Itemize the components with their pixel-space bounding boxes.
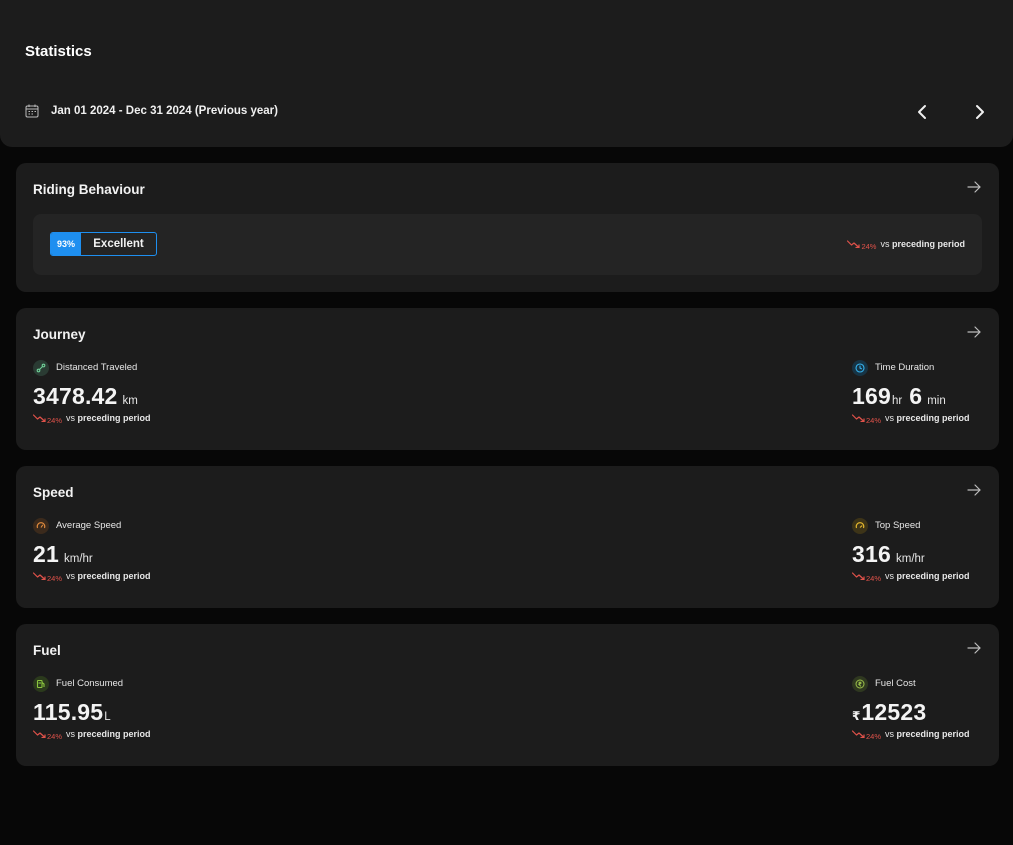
trend-indicator: 24% vs preceding period <box>847 239 965 251</box>
trend-text: vs preceding period <box>880 239 965 249</box>
statistics-header: Statistics Jan 01 2024 - Dec 31 2024 (Pr… <box>0 0 1013 147</box>
journey-card: Journey Distanced Traveled 3478.42 km 24… <box>16 308 999 450</box>
metric-value: 316 <box>852 541 891 567</box>
trending-down-icon <box>33 572 46 580</box>
metric-value: 21 <box>33 541 59 567</box>
trending-down-icon <box>847 240 861 248</box>
calendar-icon <box>25 104 39 118</box>
metric-label: Fuel Consumed <box>56 678 124 689</box>
clock-icon <box>852 359 868 376</box>
trending-down-icon <box>852 572 865 580</box>
chevron-left-icon <box>918 105 926 119</box>
metric-label: Distanced Traveled <box>56 362 138 373</box>
distance-metric: Distanced Traveled 3478.42 km 24% vs pre… <box>33 359 151 425</box>
trend-percent: 24% <box>866 731 882 741</box>
arrow-right-icon[interactable] <box>967 181 981 193</box>
chevron-right-icon <box>976 105 984 119</box>
fuel-consumed-metric: Fuel Consumed 115.95 L 24% vs preceding … <box>33 675 151 741</box>
rating-badge: 93% Excellent <box>50 232 157 256</box>
fuel-pump-icon <box>33 675 49 692</box>
trend-text: vs preceding period <box>885 571 970 581</box>
trend-indicator: 24% vs preceding period <box>852 571 970 583</box>
metric-value-minutes: 6 <box>909 383 923 409</box>
metric-value-hours: 169 <box>852 383 891 409</box>
trend-indicator: 24% vs preceding period <box>33 413 151 425</box>
metric-label: Fuel Cost <box>875 678 916 689</box>
arrow-right-icon[interactable] <box>967 484 981 496</box>
date-range-text: Jan 01 2024 - Dec 31 2024 (Previous year… <box>51 105 278 117</box>
trend-indicator: 24% vs preceding period <box>852 413 970 425</box>
metric-value: 115.95 <box>33 699 104 725</box>
rating-score: 93% <box>51 233 81 255</box>
average-speed-metric: Average Speed 21 km/hr 24% vs preceding … <box>33 517 151 583</box>
card-title: Fuel <box>33 643 61 658</box>
trending-down-icon <box>852 414 865 422</box>
metric-unit: km/hr <box>895 553 925 565</box>
metric-unit: L <box>104 711 111 723</box>
trend-text: vs preceding period <box>66 571 151 581</box>
rupee-icon <box>852 675 868 692</box>
trend-text: vs preceding period <box>66 729 151 739</box>
metric-label: Time Duration <box>875 362 935 373</box>
metric-label: Top Speed <box>875 520 921 531</box>
card-title: Speed <box>33 485 74 500</box>
trend-text: vs preceding period <box>885 413 970 423</box>
card-title: Journey <box>33 327 86 342</box>
arrow-right-icon[interactable] <box>967 326 981 338</box>
metric-label: Average Speed <box>56 520 122 531</box>
previous-period-button[interactable] <box>912 101 932 123</box>
trend-percent: 24% <box>866 415 882 425</box>
trending-down-icon <box>33 414 46 422</box>
fuel-card: Fuel Fuel Consumed 115.95 L 24% vs prece… <box>16 624 999 766</box>
card-title: Riding Behaviour <box>33 182 145 197</box>
riding-score-panel: 93% Excellent 24% vs preceding period <box>33 214 982 275</box>
trend-percent: 24% <box>47 415 63 425</box>
top-speed-metric: Top Speed 316 km/hr 24% vs preceding per… <box>852 517 970 583</box>
trend-percent: 24% <box>866 573 882 583</box>
trend-percent: 24% <box>47 731 63 741</box>
metric-unit: km/hr <box>63 553 93 565</box>
route-icon <box>33 359 49 376</box>
next-period-button[interactable] <box>970 101 990 123</box>
trend-percent: 24% <box>861 241 877 251</box>
currency-symbol: ₹ <box>852 709 861 723</box>
date-range-selector[interactable]: Jan 01 2024 - Dec 31 2024 (Previous year… <box>25 104 278 118</box>
speed-card: Speed Average Speed 21 km/hr 24% vs prec… <box>16 466 999 608</box>
speedometer-icon <box>33 517 49 534</box>
trend-indicator: 24% vs preceding period <box>33 571 151 583</box>
metric-unit-minutes: min <box>927 395 946 407</box>
metric-value: 3478.42 <box>33 383 118 409</box>
metric-unit-hours: hr <box>891 395 903 407</box>
trend-indicator: 24% vs preceding period <box>852 729 970 741</box>
duration-metric: Time Duration 169 hr 6 min 24% vs preced… <box>852 359 970 425</box>
gauge-icon <box>852 517 868 534</box>
metric-unit: km <box>122 395 138 407</box>
trend-text: vs preceding period <box>66 413 151 423</box>
riding-behaviour-card: Riding Behaviour 93% Excellent 24% vs pr… <box>16 163 999 292</box>
trending-down-icon <box>33 730 46 738</box>
trend-percent: 24% <box>47 573 63 583</box>
page-title: Statistics <box>25 43 92 60</box>
trending-down-icon <box>852 730 865 738</box>
arrow-right-icon[interactable] <box>967 642 981 654</box>
trend-text: vs preceding period <box>885 729 970 739</box>
rating-label: Excellent <box>93 238 144 250</box>
trend-indicator: 24% vs preceding period <box>33 729 151 741</box>
fuel-cost-metric: Fuel Cost ₹ 12523 24% vs preceding perio… <box>852 675 970 741</box>
metric-value: 12523 <box>861 699 927 725</box>
